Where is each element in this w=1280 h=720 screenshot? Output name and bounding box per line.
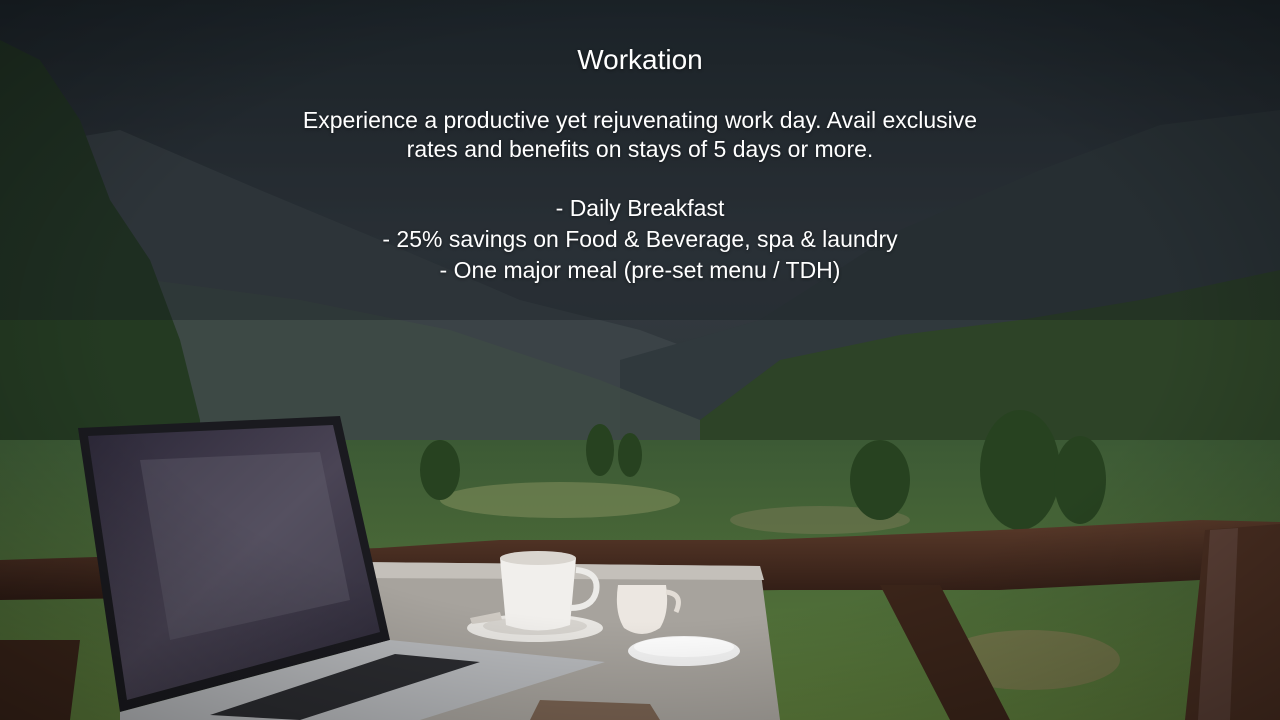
promo-description-line: rates and benefits on stays of 5 days or… (406, 136, 874, 162)
benefit-item: - Daily Breakfast (555, 195, 725, 221)
benefits-list: - Daily Breakfast - 25% savings on Food … (240, 193, 1040, 286)
promo-description-line: Experience a productive yet rejuvenating… (302, 107, 978, 133)
workation-banner: Workation Experience a productive yet re… (0, 0, 1280, 720)
benefit-item: - 25% savings on Food & Beverage, spa & … (382, 226, 898, 252)
benefit-item: - One major meal (pre-set menu / TDH) (439, 257, 841, 283)
promo-title: Workation (577, 44, 703, 75)
promo-text-block: Workation Experience a productive yet re… (240, 40, 1040, 286)
promo-description: Experience a productive yet rejuvenating… (240, 106, 1040, 164)
